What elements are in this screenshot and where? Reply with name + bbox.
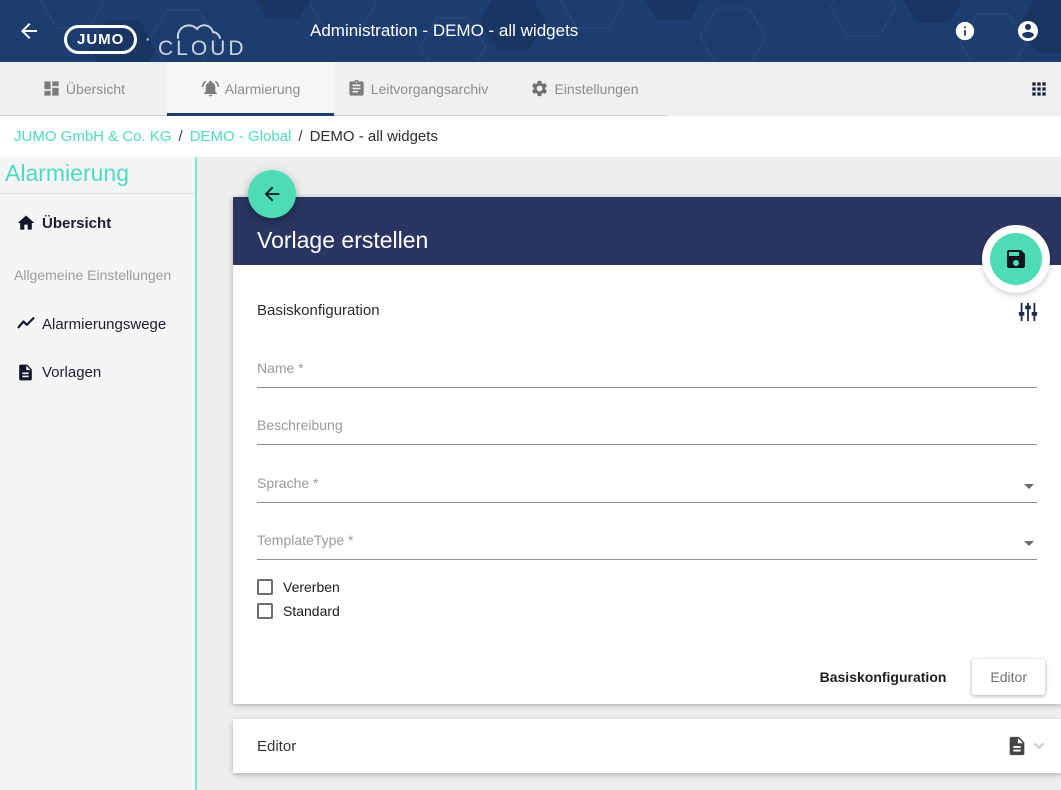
bell-ringing-icon bbox=[201, 79, 220, 98]
cloud-logo: CLOUD bbox=[158, 16, 247, 62]
tab-einstellungen[interactable]: Einstellungen bbox=[501, 62, 668, 115]
arrow-back-icon bbox=[261, 183, 283, 205]
standard-checkbox-row[interactable]: Standard bbox=[257, 603, 340, 619]
tab-group: Übersicht Alarmierung Leitvorgangsarchiv… bbox=[0, 62, 668, 116]
tune-sliders-icon[interactable] bbox=[1017, 301, 1039, 323]
basiskonfiguration-step-button[interactable]: Basiskonfiguration bbox=[820, 669, 947, 685]
document-icon bbox=[1006, 735, 1028, 757]
chevron-down-icon[interactable] bbox=[1031, 738, 1047, 754]
sidebar-item-label: Vorlagen bbox=[42, 364, 101, 381]
tab-label: Leitvorgangsarchiv bbox=[371, 81, 489, 97]
sidebar-title: Alarmierung bbox=[5, 160, 129, 187]
sidebar-item-label: Übersicht bbox=[42, 215, 111, 232]
home-icon bbox=[16, 213, 36, 233]
editor-section-card[interactable]: Editor bbox=[233, 719, 1061, 773]
templatetype-select-underline[interactable] bbox=[257, 559, 1037, 560]
templatetype-dropdown-arrow-icon[interactable] bbox=[1024, 541, 1034, 546]
checkbox-label: Vererben bbox=[283, 579, 340, 595]
app-header: JUMO · CLOUD Administration - DEMO - all… bbox=[0, 0, 1061, 62]
sidebar-item-vorlagen[interactable]: Vorlagen bbox=[0, 360, 195, 384]
templatetype-select[interactable]: TemplateType * bbox=[257, 532, 354, 548]
sprache-select-underline[interactable] bbox=[257, 502, 1037, 503]
sprache-dropdown-arrow-icon[interactable] bbox=[1024, 484, 1034, 489]
app-root: JUMO · CLOUD Administration - DEMO - all… bbox=[0, 0, 1061, 790]
editor-section-title: Editor bbox=[257, 738, 1006, 755]
save-fab-ring bbox=[982, 225, 1050, 293]
breadcrumb-link-company[interactable]: JUMO GmbH & Co. KG bbox=[14, 128, 172, 145]
document-icon bbox=[16, 363, 35, 382]
beschreibung-field-underline[interactable] bbox=[257, 444, 1037, 445]
editor-step-button[interactable]: Editor bbox=[972, 659, 1045, 695]
sidebar-item-alarmierungswege[interactable]: Alarmierungswege bbox=[0, 312, 195, 336]
editor-section-icons bbox=[1006, 735, 1047, 757]
tab-uebersicht[interactable]: Übersicht bbox=[0, 62, 167, 115]
cloud-outline-icon bbox=[166, 14, 252, 40]
floppy-disk-icon bbox=[1004, 247, 1028, 271]
breadcrumb-current: DEMO - all widgets bbox=[310, 128, 438, 145]
sidebar-content-divider bbox=[195, 157, 197, 790]
tab-bar: Übersicht Alarmierung Leitvorgangsarchiv… bbox=[0, 62, 1061, 116]
gear-icon bbox=[530, 79, 549, 98]
tab-label: Übersicht bbox=[66, 81, 125, 97]
sidebar-divider bbox=[0, 193, 195, 194]
logo-separator-dot: · bbox=[144, 28, 151, 51]
account-icon[interactable] bbox=[1016, 19, 1040, 43]
sprache-select[interactable]: Sprache * bbox=[257, 475, 318, 491]
tab-leitvorgangsarchiv[interactable]: Leitvorgangsarchiv bbox=[334, 62, 501, 115]
back-icon[interactable] bbox=[17, 19, 41, 43]
card-header: Vorlage erstellen bbox=[233, 197, 1061, 265]
dashboard-icon bbox=[42, 79, 61, 98]
sidebar-item-label: Alarmierungswege bbox=[42, 316, 166, 333]
jumo-cloud-logo: JUMO · CLOUD bbox=[64, 16, 247, 62]
beschreibung-field[interactable]: Beschreibung bbox=[257, 417, 343, 433]
section-title: Basiskonfiguration bbox=[257, 302, 380, 319]
sidebar-section-label: Allgemeine Einstellungen bbox=[14, 267, 171, 283]
checkbox-label: Standard bbox=[283, 603, 340, 619]
tab-label: Alarmierung bbox=[225, 81, 300, 97]
sidebar-item-uebersicht[interactable]: Übersicht bbox=[0, 211, 195, 235]
name-field[interactable]: Name * bbox=[257, 360, 304, 376]
card-footer-actions: Basiskonfiguration Editor bbox=[820, 659, 1045, 694]
breadcrumb-separator: / bbox=[298, 128, 302, 145]
tab-alarmierung[interactable]: Alarmierung bbox=[167, 62, 334, 115]
tab-label: Einstellungen bbox=[554, 81, 638, 97]
page-title: Administration - DEMO - all widgets bbox=[310, 21, 578, 41]
vererben-checkbox-row[interactable]: Vererben bbox=[257, 579, 340, 595]
breadcrumb-separator: / bbox=[179, 128, 183, 145]
breadcrumb-link-demo-global[interactable]: DEMO - Global bbox=[190, 128, 292, 145]
apps-grid-icon[interactable] bbox=[1029, 79, 1049, 99]
jumo-logo-pill: JUMO bbox=[64, 25, 137, 54]
breadcrumb: JUMO GmbH & Co. KG / DEMO - Global / DEM… bbox=[0, 116, 1061, 157]
logo-primary-text: JUMO bbox=[77, 31, 124, 48]
card-title: Vorlage erstellen bbox=[257, 227, 428, 254]
logo-secondary-text: CLOUD bbox=[158, 38, 247, 62]
standard-checkbox[interactable] bbox=[257, 603, 273, 619]
info-icon[interactable] bbox=[954, 20, 976, 42]
name-field-underline[interactable] bbox=[257, 387, 1037, 388]
clipboard-icon bbox=[347, 79, 366, 98]
save-fab-button[interactable] bbox=[990, 233, 1042, 285]
vererben-checkbox[interactable] bbox=[257, 579, 273, 595]
back-fab-button[interactable] bbox=[248, 170, 296, 218]
vorlage-erstellen-card: Vorlage erstellen Basiskonfiguration bbox=[233, 197, 1061, 704]
line-chart-icon bbox=[16, 314, 36, 334]
sidebar: Alarmierung Übersicht Allgemeine Einstel… bbox=[0, 157, 195, 790]
